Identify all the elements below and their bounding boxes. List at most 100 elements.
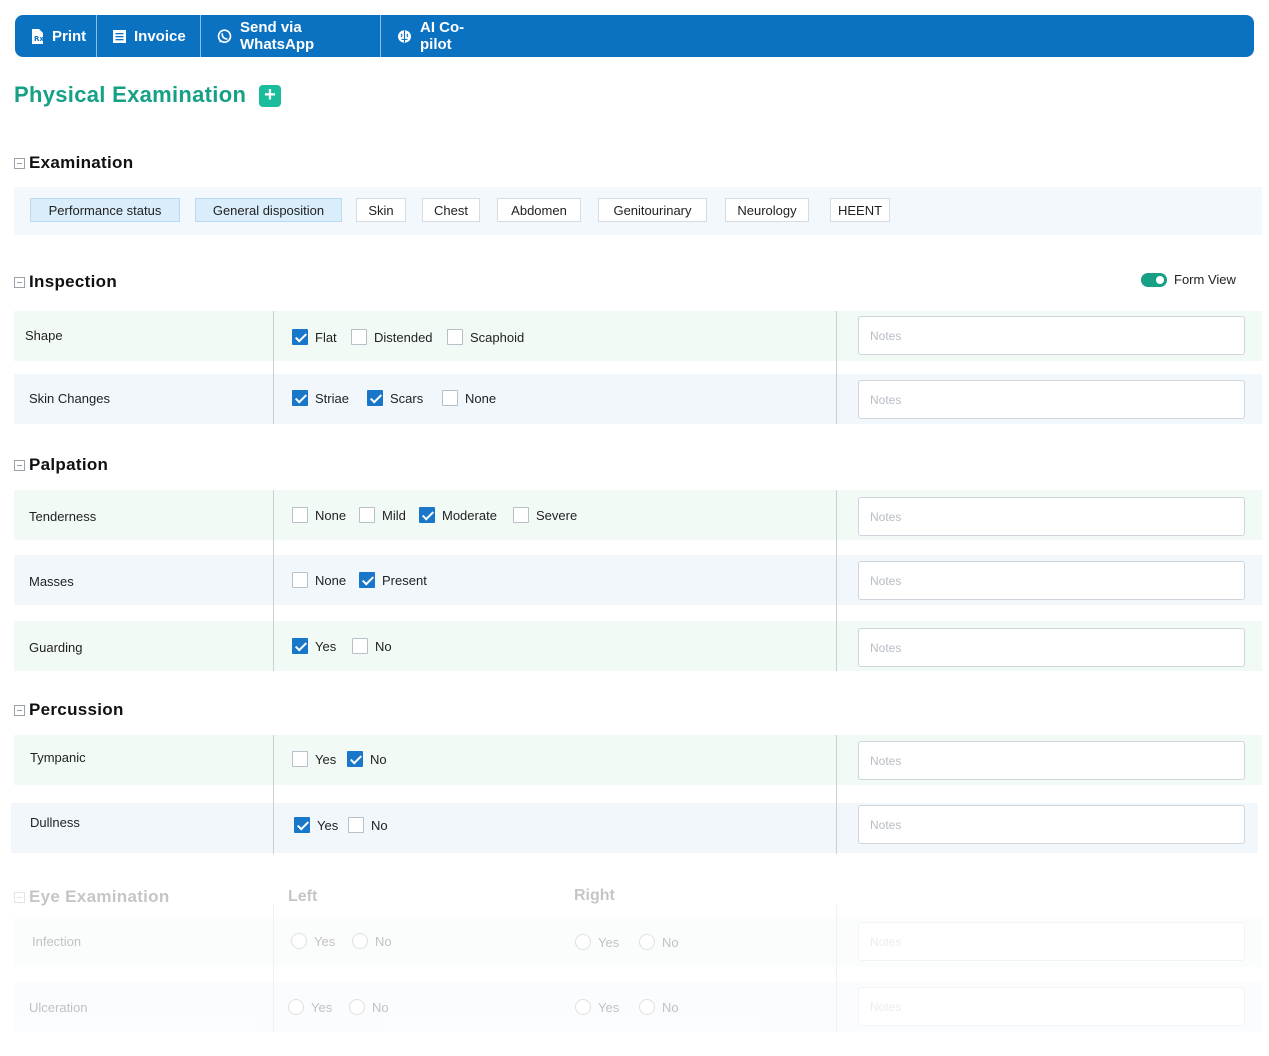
right-option-no[interactable]: No (639, 999, 679, 1015)
top-toolbar: Rx Print Invoice Send via WhatsApp AI Co… (15, 15, 1254, 57)
row-label: Infection (32, 934, 82, 949)
ai-copilot-button[interactable]: AI Co-pilot (381, 15, 511, 57)
option-severe[interactable]: Severe (513, 507, 577, 523)
percussion-header[interactable]: Percussion (14, 700, 124, 720)
option-label: Yes (315, 638, 337, 654)
right-option-no[interactable]: No (639, 934, 679, 950)
checkbox[interactable] (359, 507, 375, 523)
radio[interactable] (352, 933, 368, 949)
print-button[interactable]: Rx Print (15, 15, 97, 57)
tab-performance-status[interactable]: Performance status (30, 198, 180, 222)
checkbox[interactable] (294, 817, 310, 833)
checkbox[interactable] (442, 390, 458, 406)
tab-abdomen[interactable]: Abdomen (497, 198, 581, 222)
option-label: Distended (374, 329, 433, 345)
notes-input-infection[interactable] (858, 922, 1245, 961)
checkbox[interactable] (348, 817, 364, 833)
notes-input-skin-changes[interactable] (858, 380, 1245, 419)
radio[interactable] (288, 999, 304, 1015)
checkbox[interactable] (292, 507, 308, 523)
checkbox[interactable] (351, 329, 367, 345)
checkbox[interactable] (292, 390, 308, 406)
collapse-icon[interactable] (14, 157, 25, 169)
tab-general-disposition[interactable]: General disposition (195, 198, 342, 222)
tab-genitourinary[interactable]: Genitourinary (598, 198, 707, 222)
right-option-yes[interactable]: Yes (575, 934, 619, 950)
radio[interactable] (291, 933, 307, 949)
checkbox[interactable] (513, 507, 529, 523)
tab-neurology[interactable]: Neurology (725, 198, 809, 222)
tab-skin[interactable]: Skin (356, 198, 406, 222)
palpation-header[interactable]: Palpation (14, 455, 108, 475)
option-none[interactable]: None (442, 390, 496, 406)
radio[interactable] (639, 934, 655, 950)
option-none[interactable]: None (292, 507, 346, 523)
form-view-toggle-group: Form View (1141, 272, 1236, 287)
notes-input-ulceration[interactable] (858, 987, 1245, 1026)
option-label: Yes (598, 934, 620, 950)
option-no[interactable]: No (352, 638, 392, 654)
tab-chest[interactable]: Chest (422, 198, 480, 222)
option-striae[interactable]: Striae (292, 390, 349, 406)
radio[interactable] (639, 999, 655, 1015)
invoice-icon (113, 29, 126, 43)
notes-input-masses[interactable] (858, 561, 1245, 600)
collapse-icon[interactable] (14, 704, 25, 716)
left-option-yes[interactable]: Yes (288, 999, 332, 1015)
checkbox[interactable] (292, 638, 308, 654)
option-yes[interactable]: Yes (294, 817, 338, 833)
option-label: None (315, 507, 347, 523)
checkbox[interactable] (292, 572, 308, 588)
inspection-header[interactable]: Inspection (14, 272, 117, 292)
option-no[interactable]: No (348, 817, 388, 833)
option-no[interactable]: No (347, 751, 387, 767)
option-scaphoid[interactable]: Scaphoid (447, 329, 524, 345)
option-present[interactable]: Present (359, 572, 427, 588)
whatsapp-icon (217, 28, 232, 44)
option-distended[interactable]: Distended (351, 329, 433, 345)
left-option-no[interactable]: No (352, 933, 392, 949)
option-yes[interactable]: Yes (292, 751, 336, 767)
option-none[interactable]: None (292, 572, 346, 588)
notes-input-tenderness[interactable] (858, 497, 1245, 536)
option-yes[interactable]: Yes (292, 638, 336, 654)
send-whatsapp-button[interactable]: Send via WhatsApp (201, 15, 381, 57)
notes-input-shape[interactable] (858, 316, 1245, 355)
checkbox[interactable] (347, 751, 363, 767)
tab-heent[interactable]: HEENT (830, 198, 890, 222)
examination-header[interactable]: Examination (14, 153, 133, 173)
right-option-yes[interactable]: Yes (575, 999, 619, 1015)
left-option-no[interactable]: No (349, 999, 389, 1015)
row-label: Shape (25, 328, 63, 343)
add-section-button[interactable]: + (259, 85, 281, 107)
checkbox[interactable] (419, 507, 435, 523)
option-label: No (370, 751, 387, 767)
collapse-icon[interactable] (14, 891, 25, 903)
option-moderate[interactable]: Moderate (419, 507, 497, 523)
eye-examination-header[interactable]: Eye Examination (14, 887, 170, 907)
option-flat[interactable]: Flat (292, 329, 337, 345)
notes-input-tympanic[interactable] (858, 741, 1245, 780)
option-mild[interactable]: Mild (359, 507, 406, 523)
collapse-icon[interactable] (14, 459, 25, 471)
option-scars[interactable]: Scars (367, 390, 423, 406)
option-label: No (375, 933, 392, 949)
checkbox[interactable] (292, 751, 308, 767)
copilot-label: AI Co-pilot (420, 19, 465, 53)
radio[interactable] (575, 999, 591, 1015)
radio[interactable] (575, 934, 591, 950)
checkbox[interactable] (447, 329, 463, 345)
notes-input-dullness[interactable] (858, 805, 1245, 844)
form-view-toggle[interactable] (1141, 272, 1167, 287)
collapse-icon[interactable] (14, 276, 25, 288)
left-option-yes[interactable]: Yes (291, 933, 335, 949)
checkbox[interactable] (367, 390, 383, 406)
notes-input-guarding[interactable] (858, 628, 1245, 667)
checkbox[interactable] (352, 638, 368, 654)
option-label: Scars (390, 390, 424, 406)
row-label: Tenderness (29, 509, 97, 524)
checkbox[interactable] (292, 329, 308, 345)
radio[interactable] (349, 999, 365, 1015)
invoice-button[interactable]: Invoice (97, 15, 201, 57)
checkbox[interactable] (359, 572, 375, 588)
